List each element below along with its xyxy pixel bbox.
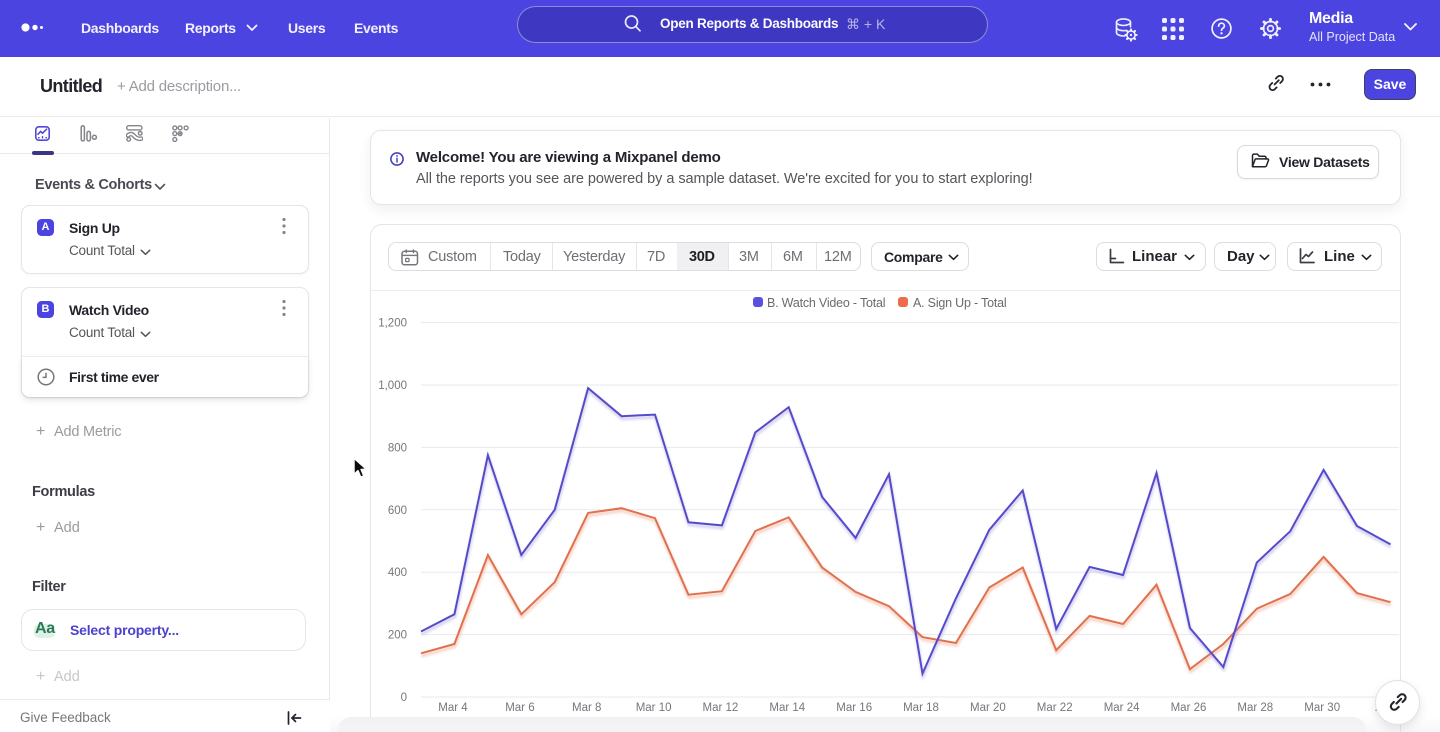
svg-text:Mar 12: Mar 12 <box>703 702 739 714</box>
svg-text:Mar 22: Mar 22 <box>1037 702 1073 714</box>
svg-text:800: 800 <box>388 442 407 454</box>
svg-text:0: 0 <box>401 692 407 704</box>
svg-text:Mar 8: Mar 8 <box>572 702 601 714</box>
svg-text:Mar 14: Mar 14 <box>769 702 805 714</box>
svg-text:400: 400 <box>388 567 407 579</box>
svg-text:Mar 4: Mar 4 <box>438 702 468 714</box>
svg-text:Mar 26: Mar 26 <box>1171 702 1207 714</box>
svg-text:Mar 24: Mar 24 <box>1104 702 1140 714</box>
svg-text:Mar 28: Mar 28 <box>1237 702 1273 714</box>
svg-text:Mar 16: Mar 16 <box>836 702 872 714</box>
svg-text:Mar 30: Mar 30 <box>1304 702 1340 714</box>
svg-text:600: 600 <box>388 505 407 517</box>
svg-text:200: 200 <box>388 630 407 642</box>
svg-text:Mar 10: Mar 10 <box>636 702 672 714</box>
svg-text:Mar 20: Mar 20 <box>970 702 1006 714</box>
svg-text:1,200: 1,200 <box>378 318 407 330</box>
svg-text:Mar 6: Mar 6 <box>505 702 534 714</box>
svg-text:1,000: 1,000 <box>378 380 407 392</box>
svg-text:Mar 18: Mar 18 <box>903 702 939 714</box>
